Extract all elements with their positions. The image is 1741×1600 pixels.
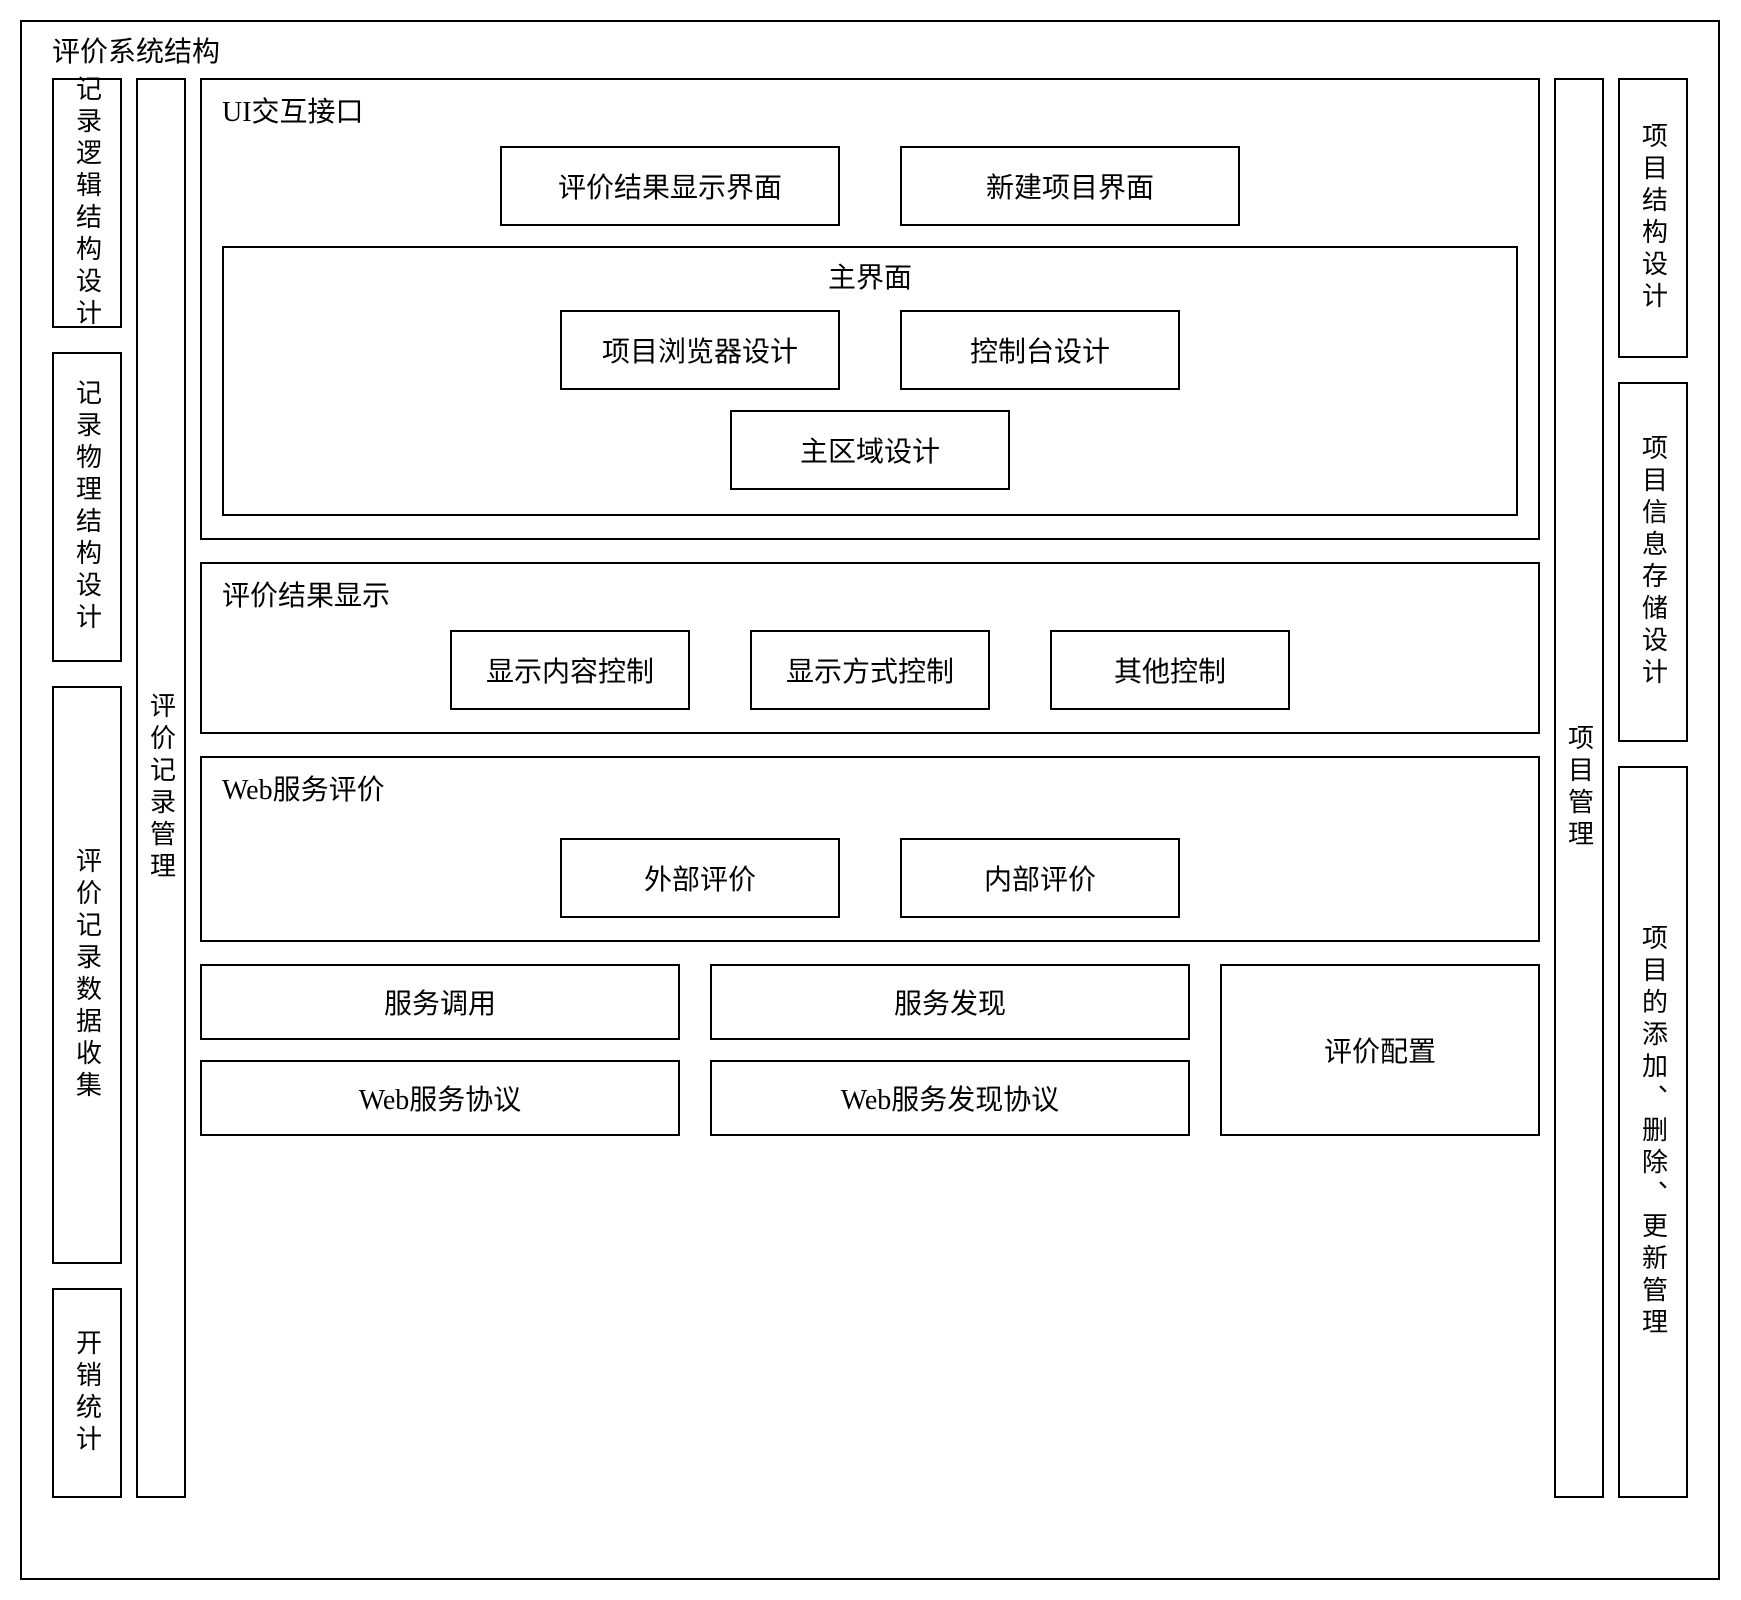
- right-manager: 项目管理: [1554, 78, 1604, 1498]
- left-item-3: 评价记录数据收集: [52, 686, 122, 1264]
- right-item-2: 项目信息存储设计: [1618, 382, 1688, 742]
- left-column: 记录逻辑结构设计 记录物理结构设计 评价记录数据收集 开销统计: [52, 78, 122, 1498]
- project-browser-design: 项目浏览器设计: [560, 310, 840, 390]
- bottom-subrow-2: Web服务协议 Web服务发现协议: [200, 1060, 1190, 1136]
- left-item-4: 开销统计: [52, 1288, 122, 1498]
- internal-eval: 内部评价: [900, 838, 1180, 918]
- center-column: UI交互接口 评价结果显示界面 新建项目界面 主界面 项目浏览器设计 控制台设计…: [200, 78, 1540, 1498]
- service-invoke: 服务调用: [200, 964, 680, 1040]
- right-column: 项目结构设计 项目信息存储设计 项目的添加、删除、更新管理: [1618, 78, 1688, 1498]
- eval-result-display-ui: 评价结果显示界面: [500, 146, 840, 226]
- other-control: 其他控制: [1050, 630, 1290, 710]
- ui-interaction-panel: UI交互接口 评价结果显示界面 新建项目界面 主界面 项目浏览器设计 控制台设计…: [200, 78, 1540, 540]
- main-interface-title: 主界面: [254, 256, 1486, 296]
- main-interface-panel: 主界面 项目浏览器设计 控制台设计 主区域设计: [222, 246, 1518, 516]
- web-eval-title: Web服务评价: [222, 768, 1518, 808]
- eval-result-row: 显示内容控制 显示方式控制 其他控制: [222, 630, 1518, 710]
- bottom-left: 服务调用 服务发现 Web服务协议 Web服务发现协议: [200, 964, 1190, 1136]
- ui-panel-title: UI交互接口: [222, 90, 1518, 130]
- web-service-eval-panel: Web服务评价 外部评价 内部评价: [200, 756, 1540, 942]
- left-manager: 评价记录管理: [136, 78, 186, 1498]
- right-item-1: 项目结构设计: [1618, 78, 1688, 358]
- eval-result-title: 评价结果显示: [222, 574, 1518, 614]
- bottom-row: 服务调用 服务发现 Web服务协议 Web服务发现协议 评价配置: [200, 964, 1540, 1136]
- service-discovery: 服务发现: [710, 964, 1190, 1040]
- system-structure-outer: 评价系统结构 记录逻辑结构设计 记录物理结构设计 评价记录数据收集 开销统计 评…: [20, 20, 1720, 1580]
- bottom-subrow-1: 服务调用 服务发现: [200, 964, 1190, 1040]
- main-area-design: 主区域设计: [730, 410, 1010, 490]
- right-item-3: 项目的添加、删除、更新管理: [1618, 766, 1688, 1498]
- new-project-ui: 新建项目界面: [900, 146, 1240, 226]
- web-eval-row: 外部评价 内部评价: [222, 838, 1518, 918]
- display-mode-control: 显示方式控制: [750, 630, 990, 710]
- web-service-protocol: Web服务协议: [200, 1060, 680, 1136]
- external-eval: 外部评价: [560, 838, 840, 918]
- left-item-2: 记录物理结构设计: [52, 352, 122, 662]
- display-content-control: 显示内容控制: [450, 630, 690, 710]
- outer-title: 评价系统结构: [52, 30, 1688, 70]
- eval-config: 评价配置: [1220, 964, 1540, 1136]
- main-row2: 主区域设计: [254, 410, 1486, 490]
- layout: 记录逻辑结构设计 记录物理结构设计 评价记录数据收集 开销统计 评价记录管理 U…: [52, 78, 1688, 1498]
- main-row1: 项目浏览器设计 控制台设计: [254, 310, 1486, 390]
- web-service-discovery-protocol: Web服务发现协议: [710, 1060, 1190, 1136]
- console-design: 控制台设计: [900, 310, 1180, 390]
- ui-top-row: 评价结果显示界面 新建项目界面: [222, 146, 1518, 226]
- left-item-1: 记录逻辑结构设计: [52, 78, 122, 328]
- eval-result-panel: 评价结果显示 显示内容控制 显示方式控制 其他控制: [200, 562, 1540, 734]
